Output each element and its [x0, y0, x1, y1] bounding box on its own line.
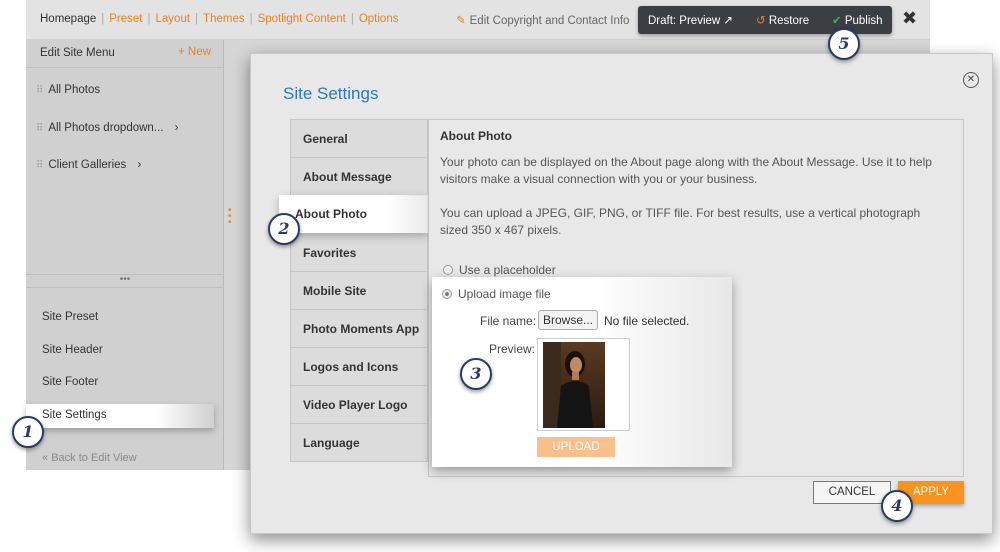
tab-video-player-logo[interactable]: Video Player Logo	[291, 386, 427, 424]
top-bar: Homepage | Preset | Layout | Themes | Spotlight …	[26, 0, 930, 40]
callout-badge-1: 1	[12, 416, 44, 448]
site-settings-link[interactable]: Site Settings	[42, 409, 107, 421]
tab-about-message[interactable]: About Message	[291, 158, 427, 196]
restore-label: Restore	[768, 15, 810, 27]
nav-homepage[interactable]: Homepage	[40, 13, 96, 25]
callout-badge-2: 2	[268, 213, 300, 245]
upload-option-label: Upload image file	[458, 287, 551, 301]
tab-favorites[interactable]: Favorites	[291, 234, 427, 272]
tab-logos-and-icons[interactable]: Logos and Icons	[291, 348, 427, 386]
nav-themes[interactable]: Themes	[203, 13, 245, 25]
use-placeholder-option[interactable]: Use a placeholder	[443, 263, 556, 277]
settings-tabs: General About Message Favorites Mobile S…	[290, 119, 428, 462]
cancel-button[interactable]: CANCEL	[813, 481, 891, 504]
nav-spotlight-content[interactable]: Spotlight Content	[258, 13, 346, 25]
about-photo-description: Your photo can be displayed on the About…	[440, 155, 932, 186]
edit-copyright-label: Edit Copyright and Contact Info	[469, 15, 630, 27]
chevron-right-icon: ›	[174, 122, 179, 134]
tab-about-photo[interactable]: About Photo	[279, 195, 429, 233]
external-link-icon: ↗	[723, 15, 734, 27]
tab-mobile-site[interactable]: Mobile Site	[291, 272, 427, 310]
site-footer-link[interactable]: Site Footer	[42, 376, 98, 388]
menu-item-all-photos-dropdown[interactable]: ⠿ All Photos dropdown... ›	[36, 122, 178, 134]
close-editor-icon[interactable]: ✖	[902, 8, 917, 29]
browse-button[interactable]: Browse...	[538, 310, 598, 330]
upload-image-option[interactable]: Upload image file	[442, 287, 551, 301]
callout-badge-5: 5	[828, 28, 860, 60]
placeholder-radio[interactable]	[443, 265, 453, 275]
site-header-link[interactable]: Site Header	[42, 344, 103, 356]
check-circle-icon: ✔	[832, 15, 842, 27]
chevron-right-icon: ›	[137, 159, 142, 171]
back-to-edit-label: Back to Edit View	[51, 452, 137, 464]
file-name-label: File name:	[480, 314, 537, 328]
dialog-title: Site Settings	[283, 84, 379, 103]
file-status-text: No file selected.	[604, 314, 690, 328]
draft-toolbar: Draft: Preview ↗ ↺ Restore ✔ Publish	[638, 6, 892, 34]
tab-photo-moments-app[interactable]: Photo Moments App	[291, 310, 427, 348]
menu-item-client-galleries[interactable]: ⠿ Client Galleries ›	[36, 159, 141, 171]
callout-badge-4: 4	[881, 490, 913, 522]
top-nav: Homepage | Preset | Layout | Themes | Spotlight …	[40, 13, 399, 25]
upload-radio[interactable]	[442, 289, 452, 299]
menu-item-label: Client Galleries	[48, 159, 127, 171]
panel-resize-handle[interactable]: •••	[26, 274, 224, 288]
drag-handle-icon[interactable]: ⠿	[36, 85, 43, 96]
menu-title: Edit Site Menu	[40, 47, 115, 59]
site-preset-link[interactable]: Site Preset	[42, 311, 98, 323]
menu-item-all-photos[interactable]: ⠿ All Photos	[36, 84, 100, 96]
edit-copyright-link[interactable]: ✎ Edit Copyright and Contact Info	[456, 13, 629, 27]
draft-preview-label: Draft: Preview	[648, 15, 721, 27]
photo-preview	[537, 338, 630, 431]
panel-splitter-icon[interactable]: • • •	[228, 206, 232, 228]
placeholder-option-label: Use a placeholder	[459, 263, 556, 277]
tab-language[interactable]: Language	[291, 424, 427, 462]
file-requirements-text: You can upload a JPEG, GIF, PNG, or TIFF…	[440, 206, 921, 237]
callout-badge-3: 3	[460, 358, 492, 390]
tab-general[interactable]: General	[291, 120, 427, 158]
drag-handle-icon[interactable]: ⠿	[36, 160, 43, 171]
back-to-edit-view-link[interactable]: « Back to Edit View	[42, 452, 137, 464]
restore-icon: ↺	[756, 15, 766, 27]
publish-label: Publish	[844, 15, 883, 27]
menu-item-label: All Photos	[48, 84, 101, 96]
menu-header: Edit Site Menu + New	[26, 40, 224, 68]
pencil-icon: ✎	[456, 15, 466, 27]
draft-preview-button[interactable]: Draft: Preview ↗	[648, 13, 733, 27]
preview-label: Preview:	[489, 342, 536, 356]
nav-options[interactable]: Options	[359, 13, 399, 25]
preview-photo	[543, 342, 605, 428]
close-dialog-icon[interactable]: ✕	[963, 72, 979, 88]
restore-button[interactable]: ↺ Restore	[756, 13, 809, 27]
menu-item-label: All Photos dropdown...	[48, 122, 164, 134]
publish-button[interactable]: ✔ Publish	[832, 13, 883, 27]
nav-layout[interactable]: Layout	[156, 13, 191, 25]
drag-handle-icon[interactable]: ⠿	[36, 123, 43, 134]
new-menu-item-button[interactable]: + New	[178, 46, 211, 58]
nav-preset[interactable]: Preset	[109, 13, 142, 25]
double-chevron-left-icon: «	[42, 452, 49, 464]
panel-heading: About Photo	[440, 129, 512, 143]
upload-button[interactable]: UPLOAD	[537, 437, 615, 457]
